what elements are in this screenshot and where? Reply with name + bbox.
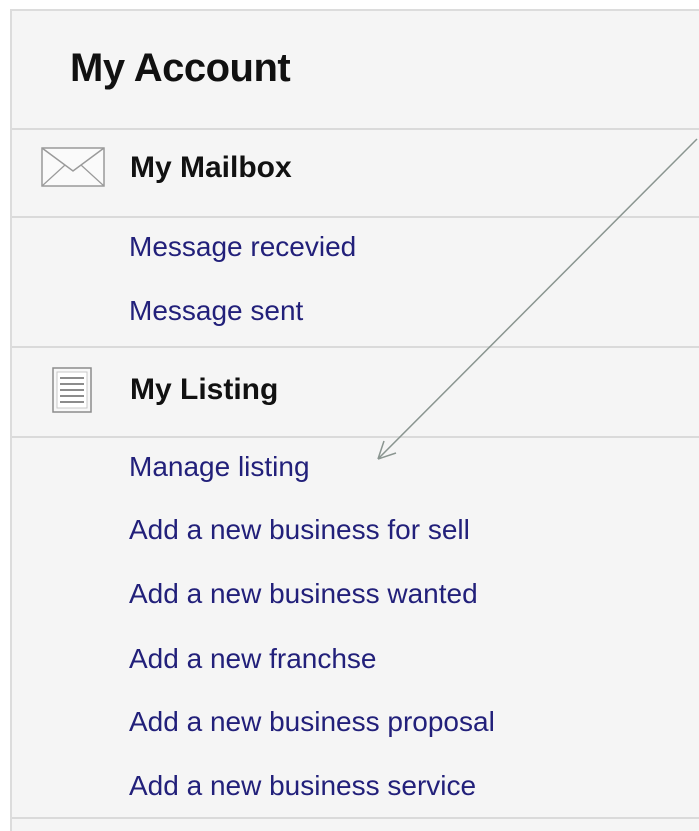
divider — [12, 436, 699, 438]
message-sent-link[interactable]: Message sent — [129, 294, 303, 328]
listing-section-header: My Listing — [12, 348, 699, 434]
envelope-icon — [41, 147, 105, 187]
add-franchise-link[interactable]: Add a new franchse — [129, 642, 377, 676]
my-account-panel: My Account My Mailbox Message recevied M… — [10, 9, 699, 831]
divider — [12, 817, 699, 819]
panel-title: My Account — [70, 46, 291, 90]
mailbox-section-header: My Mailbox — [12, 130, 699, 216]
divider — [12, 216, 699, 218]
manage-listing-link[interactable]: Manage listing — [129, 450, 310, 484]
message-received-link[interactable]: Message recevied — [129, 230, 356, 264]
listing-label: My Listing — [130, 373, 279, 406]
add-business-wanted-link[interactable]: Add a new business wanted — [129, 577, 478, 611]
add-business-service-link[interactable]: Add a new business service — [129, 769, 476, 803]
add-business-proposal-link[interactable]: Add a new business proposal — [129, 705, 495, 739]
add-business-for-sell-link[interactable]: Add a new business for sell — [129, 513, 470, 547]
mailbox-label: My Mailbox — [130, 151, 292, 184]
list-icon — [52, 367, 92, 413]
